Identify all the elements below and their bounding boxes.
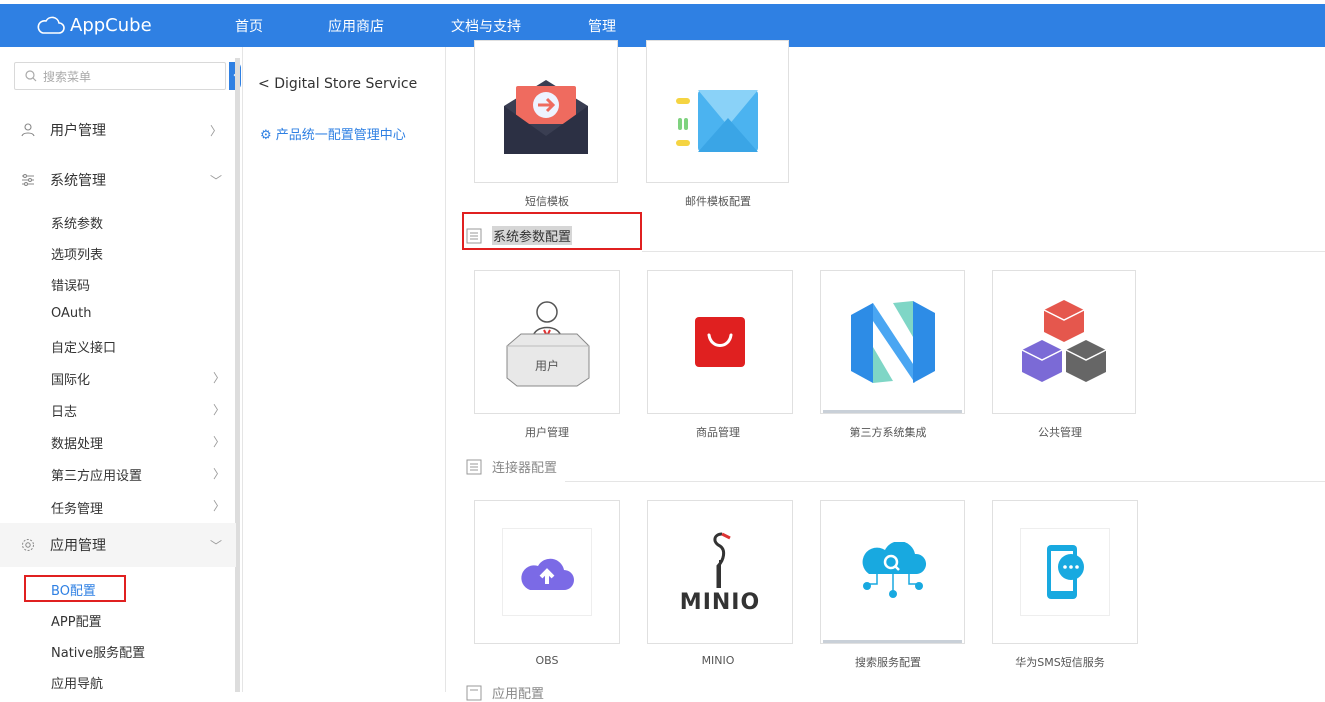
section-divider bbox=[642, 251, 1325, 252]
envelope-icon bbox=[504, 79, 588, 154]
nav-home[interactable]: 首页 bbox=[235, 16, 263, 36]
settings-sliders-icon bbox=[22, 174, 34, 186]
sidebar-item-data-processing[interactable]: 数据处理 bbox=[51, 433, 103, 452]
config-panel bbox=[242, 47, 446, 692]
sidebar-item-logs[interactable]: 日志 bbox=[51, 401, 77, 420]
list-icon bbox=[466, 459, 482, 474]
menu-group-app-management[interactable]: 应用管理 ﹀ bbox=[0, 523, 236, 567]
tile-product-management[interactable] bbox=[647, 270, 793, 414]
menu-group-system-management[interactable]: 系统管理 ﹀ bbox=[0, 158, 236, 202]
config-center-label: 产品统一配置管理中心 bbox=[275, 128, 406, 143]
gear-icon bbox=[22, 539, 34, 551]
nav-app-store[interactable]: 应用商店 bbox=[328, 16, 384, 36]
config-center-link[interactable]: ⚙ 产品统一配置管理中心 bbox=[260, 124, 406, 143]
shopping-bag-icon bbox=[695, 317, 745, 367]
minio-bird-icon bbox=[713, 532, 731, 588]
section-divider bbox=[565, 481, 1325, 482]
tile-label: 邮件模板配置 bbox=[685, 195, 751, 208]
tile-label: OBS bbox=[535, 654, 559, 667]
menu-group-label: 系统管理 bbox=[50, 173, 106, 189]
menu-group-label: 用户管理 bbox=[50, 123, 106, 139]
nav-docs-support[interactable]: 文档与支持 bbox=[451, 16, 521, 36]
user-icon bbox=[21, 123, 35, 137]
section-title-app-config: 应用配置 bbox=[466, 683, 544, 702]
tile-label: MINIO bbox=[701, 654, 735, 667]
sidebar-item-option-list[interactable]: 选项列表 bbox=[51, 244, 103, 263]
tile-user-management[interactable]: 用户 bbox=[474, 270, 620, 414]
sidebar-item-native-service-config[interactable]: Native服务配置 bbox=[51, 642, 145, 661]
cloud-icon bbox=[37, 16, 65, 34]
cloud-search-icon bbox=[862, 542, 926, 598]
chevron-right-icon: 〉 bbox=[213, 403, 226, 417]
tile-obs[interactable] bbox=[474, 500, 620, 644]
sidebar-scrollbar[interactable] bbox=[235, 58, 240, 692]
chevron-right-icon: 〉 bbox=[213, 435, 226, 449]
chevron-right-icon: 〉 bbox=[213, 499, 226, 513]
menu-group-user-management[interactable]: 用户管理 〉 bbox=[0, 108, 236, 152]
n-logo-icon bbox=[850, 301, 935, 383]
gear-icon: ⚙ bbox=[260, 128, 272, 143]
chevron-left-icon: < bbox=[258, 76, 270, 92]
tile-huawei-sms-service[interactable] bbox=[992, 500, 1138, 644]
phone-message-icon bbox=[1047, 545, 1084, 599]
menu-group-label: 应用管理 bbox=[50, 538, 106, 554]
section-title-connectors: 连接器配置 bbox=[466, 457, 557, 476]
sidebar-item-task-management[interactable]: 任务管理 bbox=[51, 498, 103, 517]
highlight-box bbox=[462, 212, 642, 250]
chevron-right-icon: 〉 bbox=[209, 123, 222, 138]
section-title-text: 连接器配置 bbox=[492, 461, 558, 476]
tile-label: 第三方系统集成 bbox=[849, 426, 927, 439]
tile-label: 用户管理 bbox=[525, 426, 569, 439]
sidebar-item-custom-api[interactable]: 自定义接口 bbox=[51, 337, 116, 356]
mail-icon bbox=[675, 89, 758, 152]
sidebar-item-third-party-settings[interactable]: 第三方应用设置 bbox=[51, 465, 142, 484]
chevron-right-icon: 〉 bbox=[213, 467, 226, 481]
chevron-down-icon: ﹀ bbox=[209, 538, 222, 553]
app-name: AppCube bbox=[70, 14, 152, 36]
sidebar-item-app-navigation[interactable]: 应用导航 bbox=[51, 673, 103, 692]
tile-label: 商品管理 bbox=[696, 426, 740, 439]
tile-email-template-config[interactable] bbox=[646, 40, 789, 183]
tile-sms-template[interactable] bbox=[474, 40, 618, 183]
highlight-box bbox=[24, 575, 126, 602]
chevron-down-icon: ﹀ bbox=[209, 173, 222, 188]
cloud-upload-icon bbox=[521, 558, 574, 590]
back-link[interactable]: < Digital Store Service bbox=[258, 76, 417, 92]
tile-common-management[interactable] bbox=[992, 270, 1136, 414]
minio-wordmark: MINIO bbox=[679, 589, 761, 615]
search-placeholder: 搜索菜单 bbox=[43, 69, 92, 84]
sidebar-item-app-config[interactable]: APP配置 bbox=[51, 611, 102, 630]
sidebar-item-oauth[interactable]: OAuth bbox=[51, 306, 91, 321]
tile-search-service-config[interactable] bbox=[820, 500, 965, 644]
app-logo[interactable]: AppCube bbox=[36, 14, 152, 36]
search-input[interactable]: 搜索菜单 bbox=[14, 62, 226, 90]
sidebar-item-i18n[interactable]: 国际化 bbox=[51, 369, 90, 388]
tile-label: 短信模板 bbox=[525, 195, 569, 208]
back-label: Digital Store Service bbox=[274, 76, 418, 92]
tile-label: 公共管理 bbox=[1038, 426, 1082, 439]
sidebar-item-error-codes[interactable]: 错误码 bbox=[51, 275, 90, 294]
chevron-right-icon: 〉 bbox=[213, 371, 226, 385]
user-box-text: 用户 bbox=[535, 358, 559, 373]
section-title-text: 应用配置 bbox=[492, 687, 545, 702]
cubes-icon bbox=[1021, 300, 1107, 382]
sidebar-item-system-params[interactable]: 系统参数 bbox=[51, 213, 103, 232]
tile-third-party-integration[interactable] bbox=[820, 270, 965, 414]
tile-label: 搜索服务配置 bbox=[855, 656, 921, 669]
user-box-icon: 用户 bbox=[506, 301, 590, 387]
nav-manage[interactable]: 管理 bbox=[588, 16, 616, 48]
search-icon bbox=[25, 70, 37, 82]
tile-minio[interactable]: MINIO bbox=[647, 500, 793, 644]
tile-label: 华为SMS短信服务 bbox=[1015, 656, 1105, 669]
list-icon bbox=[466, 685, 482, 700]
